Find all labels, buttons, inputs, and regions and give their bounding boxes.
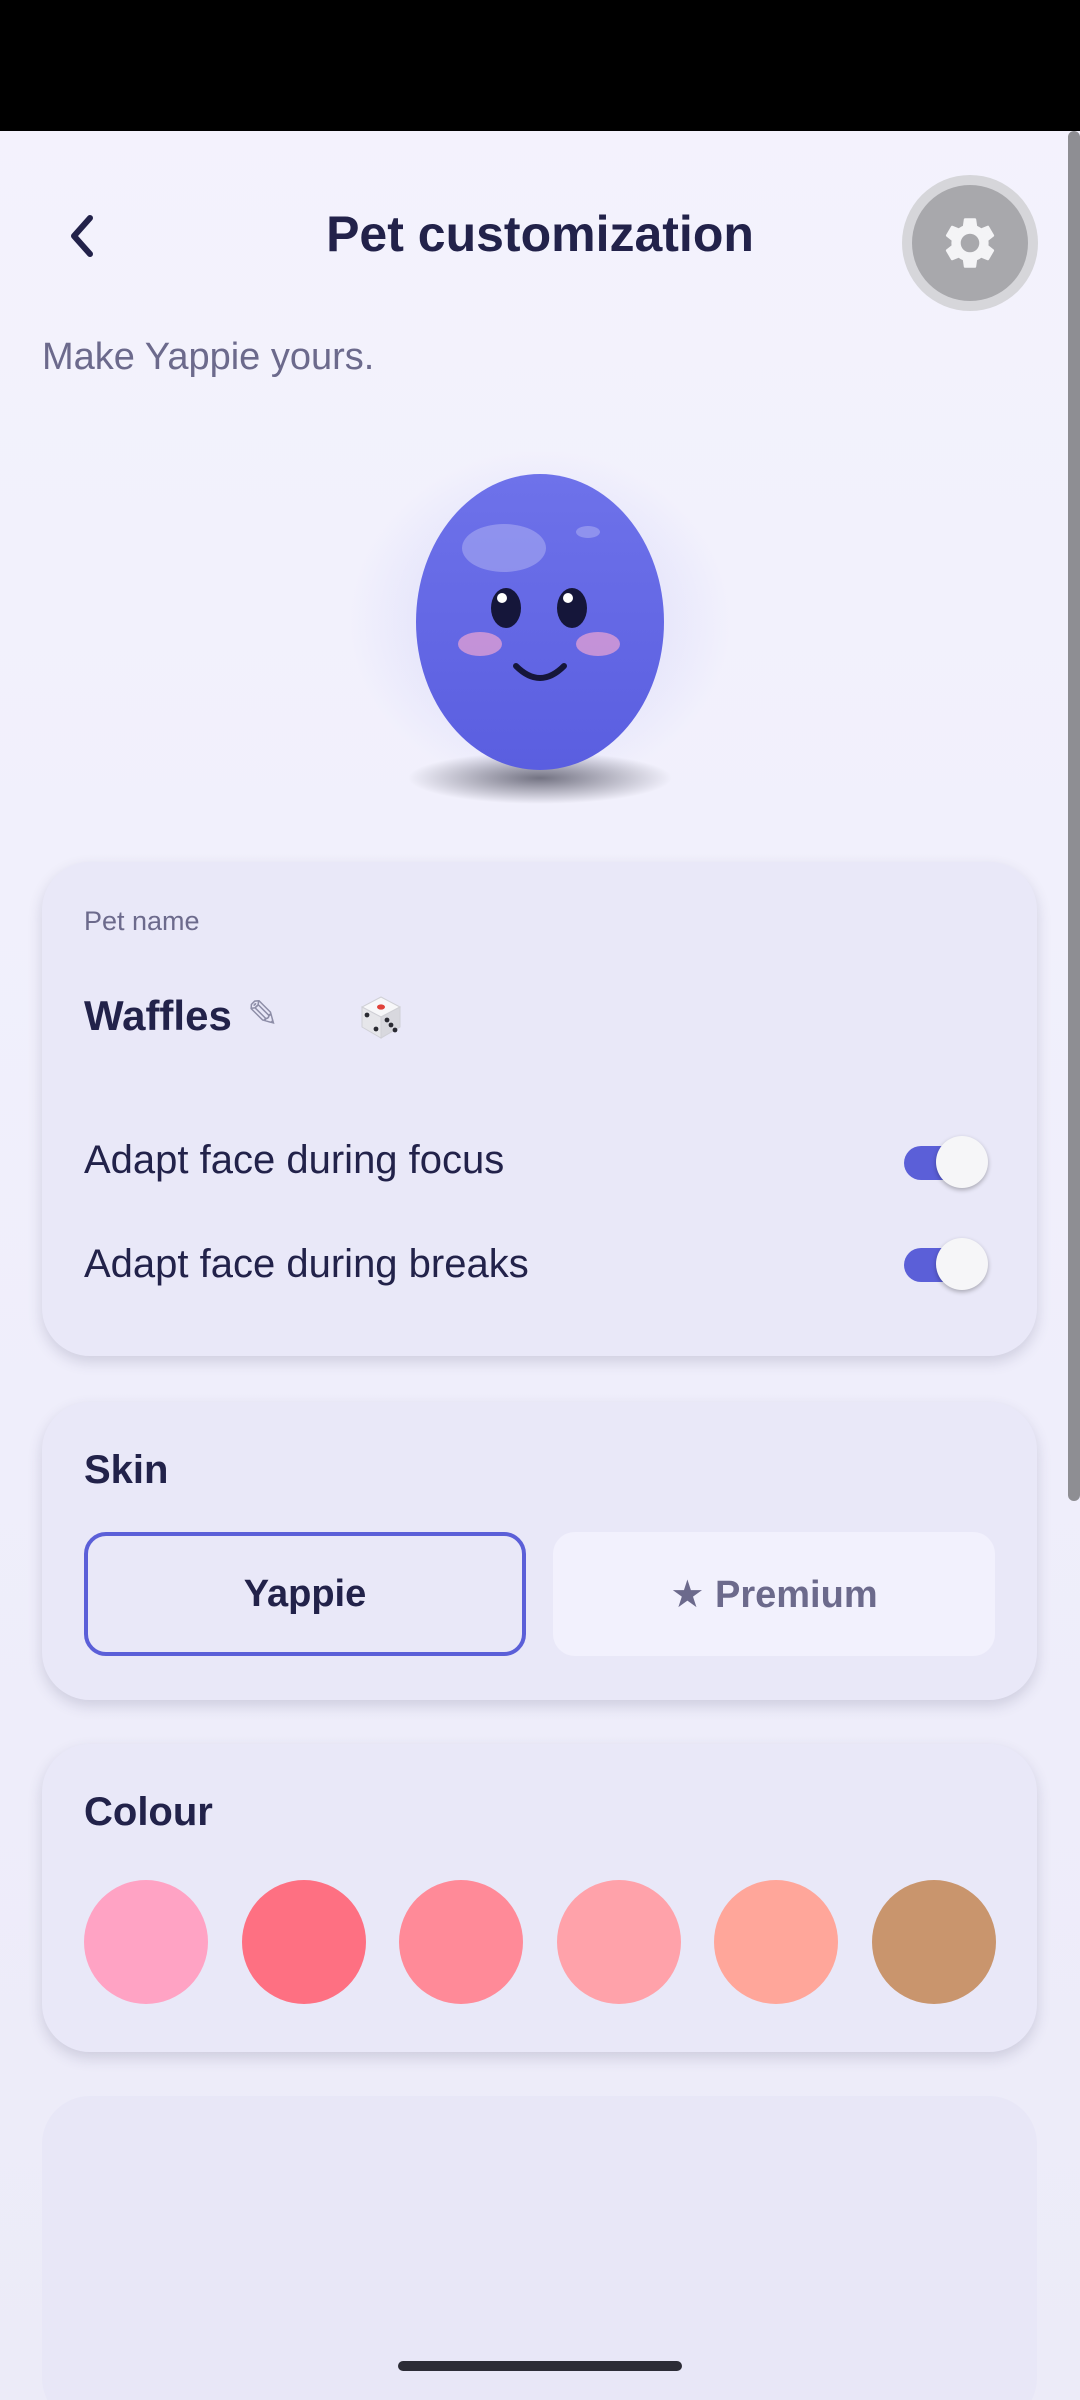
skin-option-yappie[interactable]: Yappie (84, 1532, 526, 1656)
colour-swatch[interactable] (242, 1880, 366, 2004)
colour-swatch[interactable] (872, 1880, 996, 2004)
skin-option-premium[interactable]: ★ Premium (553, 1532, 995, 1656)
pet-eye-shine-left (497, 593, 507, 603)
pet-body (416, 474, 664, 770)
subtitle: Make Yappie yours. (42, 336, 375, 378)
pet-highlight (462, 524, 546, 572)
colour-swatch[interactable] (84, 1880, 208, 2004)
skin-title: Skin (84, 1448, 169, 1492)
focus-face-toggle[interactable] (904, 1132, 990, 1188)
breaks-face-label: Adapt face during breaks (84, 1242, 529, 1286)
pet-eye-shine-right (563, 593, 573, 603)
gear-icon (945, 218, 995, 268)
colour-swatch[interactable] (714, 1880, 838, 2004)
colour-swatch[interactable] (399, 1880, 523, 2004)
toggle-knob (936, 1136, 988, 1188)
pet-cheek-left (458, 632, 502, 656)
status-bar (0, 0, 1080, 131)
pet-name-value[interactable]: Waffles (84, 992, 232, 1040)
settings-button-inner (912, 185, 1028, 301)
settings-button[interactable] (902, 175, 1038, 311)
pet-name-card: Pet name Waffles ✎ Adapt face during foc… (42, 862, 1037, 1356)
screen: Pet customization Make Yappie yours. Pet… (0, 0, 1080, 2400)
dice-icon[interactable] (358, 994, 404, 1040)
pet-eye-right (557, 588, 587, 628)
pet-cheek-right (576, 632, 620, 656)
toggle-knob (936, 1238, 988, 1290)
breaks-face-toggle[interactable] (904, 1234, 990, 1290)
home-indicator[interactable] (398, 2361, 682, 2371)
colour-title: Colour (84, 1790, 213, 1834)
colour-swatch[interactable] (557, 1880, 681, 2004)
skin-card: Skin Yappie ★ Premium (42, 1402, 1037, 1700)
next-card (42, 2096, 1037, 2400)
colour-card: Colour (42, 1744, 1037, 2052)
scrollbar[interactable] (1068, 131, 1080, 1501)
pet-illustration (350, 450, 730, 804)
pet-eye-left (491, 588, 521, 628)
pet-highlight-small (576, 526, 600, 538)
pet-preview (340, 440, 740, 820)
pencil-icon[interactable]: ✎ (247, 992, 279, 1037)
pet-name-label: Pet name (84, 906, 200, 936)
focus-face-label: Adapt face during focus (84, 1138, 505, 1182)
